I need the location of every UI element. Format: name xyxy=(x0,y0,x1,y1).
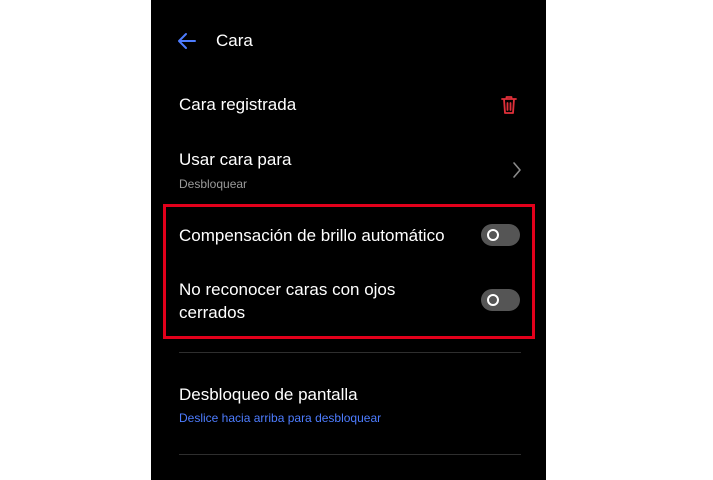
divider xyxy=(179,352,521,353)
highlight-box xyxy=(163,204,535,339)
use-face-for-label: Usar cara para xyxy=(179,150,292,169)
registered-face-row[interactable]: Cara registrada xyxy=(151,85,546,127)
chevron-right-icon xyxy=(513,162,521,178)
registered-face-label: Cara registrada xyxy=(179,95,297,114)
trash-icon[interactable] xyxy=(500,95,518,115)
screen-unlock-row[interactable]: Desbloqueo de pantalla Deslice hacia arr… xyxy=(151,375,546,435)
screen-unlock-value: Deslice hacia arriba para desbloquear xyxy=(179,411,382,425)
use-face-for-value: Desbloquear xyxy=(179,177,248,191)
divider xyxy=(179,454,521,455)
page-title: Cara xyxy=(216,31,253,50)
screen-unlock-label: Desbloqueo de pantalla xyxy=(179,385,358,404)
arrow-left-icon[interactable] xyxy=(175,30,197,52)
use-face-for-row[interactable]: Usar cara para Desbloquear xyxy=(151,140,546,200)
